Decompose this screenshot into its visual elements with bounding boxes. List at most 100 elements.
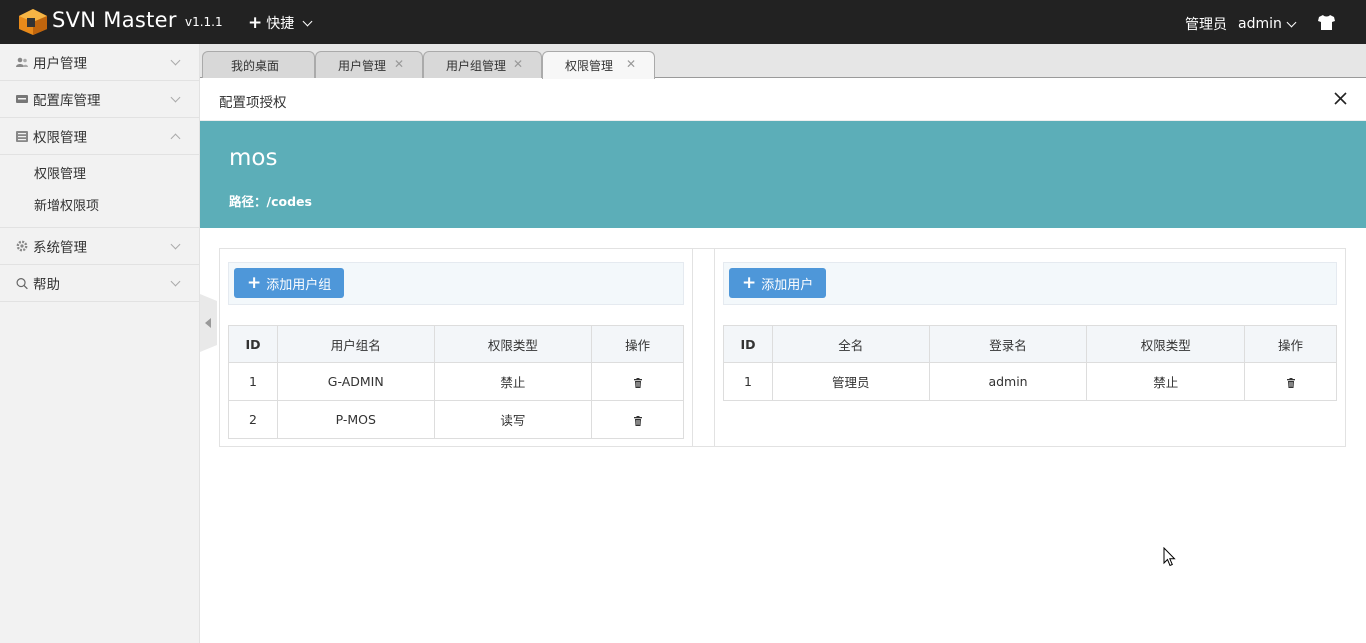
chevron-down-icon — [1286, 17, 1297, 27]
sidebar-item-repo-management[interactable]: 配置库管理 — [0, 81, 199, 118]
page-title: 配置项授权 — [219, 95, 287, 111]
database-icon — [16, 93, 28, 105]
sidebar-submenu: 权限管理 新增权限项 — [0, 155, 199, 228]
user-role: 管理员 — [1185, 17, 1227, 33]
sidebar-item-help[interactable]: 帮助 — [0, 265, 199, 302]
column-header: 权限类型 — [1086, 325, 1246, 363]
cell-group-name: G-ADMIN — [276, 362, 435, 401]
quick-menu[interactable]: + 快捷 — [248, 13, 313, 33]
users-toolbar: + 添加用户 — [723, 262, 1337, 305]
cell-permission: 读写 — [433, 400, 593, 439]
tab-close-icon[interactable]: ✕ — [513, 57, 523, 71]
close-icon[interactable] — [1333, 91, 1348, 106]
cell-permission: 禁止 — [433, 362, 593, 401]
sidebar: 用户管理 配置库管理 权限管理 权限管理 新增权限项 系统管理 帮助 — [0, 44, 200, 643]
cell-actions — [591, 362, 684, 401]
repo-name: mos — [229, 145, 278, 171]
sidebar-item-label: 配置库管理 — [33, 93, 101, 109]
sidebar-item-permission-management[interactable]: 权限管理 — [0, 118, 199, 155]
sidebar-collapse-toggle[interactable] — [200, 294, 217, 352]
chevron-down-icon — [170, 92, 181, 103]
repo-path: 路径：/codes — [229, 194, 312, 209]
theme-shirt-icon[interactable] — [1318, 15, 1335, 30]
quick-label: 快捷 — [266, 16, 295, 32]
groups-toolbar: + 添加用户组 — [228, 262, 684, 305]
sidebar-subitem-permissions[interactable]: 权限管理 — [0, 159, 199, 191]
user-menu[interactable]: 管理员 admin — [1185, 14, 1297, 34]
column-header: 全名 — [771, 325, 930, 363]
sidebar-item-label: 系统管理 — [33, 240, 87, 256]
trash-icon[interactable] — [633, 415, 643, 426]
sidebar-item-label: 用户管理 — [33, 56, 87, 72]
tab-label: 用户管理 — [338, 58, 387, 73]
chevron-down-icon — [302, 16, 313, 26]
table-header-row: ID 全名 登录名 权限类型 操作 — [723, 325, 1337, 363]
panel-divider — [692, 249, 715, 447]
users-table: ID 全名 登录名 权限类型 操作 1 管理员 admin 禁止 — [723, 325, 1337, 401]
content-header: 配置项授权 — [200, 79, 1366, 121]
tab-label: 权限管理 — [565, 59, 614, 73]
column-header: ID — [723, 325, 773, 363]
plus-icon: + — [247, 273, 262, 293]
tab-close-icon[interactable]: ✕ — [394, 57, 404, 71]
sidebar-item-label: 帮助 — [33, 277, 60, 293]
brand-name: SVN Master — [52, 8, 177, 32]
sidebar-item-system-management[interactable]: 系统管理 — [0, 228, 199, 265]
chevron-up-icon — [170, 133, 181, 144]
tab-label: 我的桌面 — [231, 58, 280, 73]
logo-icon — [19, 9, 47, 35]
cell-permission: 禁止 — [1086, 362, 1246, 401]
sidebar-subitem-add-permission[interactable]: 新增权限项 — [0, 191, 199, 223]
tab-label: 用户组管理 — [446, 58, 507, 73]
trash-icon[interactable] — [1286, 377, 1296, 388]
users-icon — [16, 56, 28, 68]
authorization-panels: + 添加用户组 ID 用户组名 权限类型 操作 1 G-ADMIN 禁止 2 P… — [219, 248, 1346, 447]
column-header: 权限类型 — [433, 325, 593, 363]
tab-group-management[interactable]: 用户组管理 ✕ — [423, 51, 542, 78]
tab-close-icon[interactable]: ✕ — [626, 57, 636, 71]
cell-actions — [591, 400, 684, 439]
tab-bar: 我的桌面 用户管理 ✕ 用户组管理 ✕ 权限管理 ✕ — [200, 44, 1366, 79]
plus-icon: + — [742, 273, 757, 293]
button-label: 添加用户 — [761, 277, 814, 293]
top-navbar: SVN Master v1.1.1 + 快捷 管理员 admin — [0, 0, 1366, 44]
add-user-button[interactable]: + 添加用户 — [729, 268, 827, 298]
cell-group-name: P-MOS — [276, 400, 435, 439]
table-row: 1 管理员 admin 禁止 — [723, 362, 1337, 401]
cell-id: 1 — [723, 362, 773, 401]
trash-icon[interactable] — [633, 377, 643, 388]
button-label: 添加用户组 — [266, 277, 332, 293]
table-row: 1 G-ADMIN 禁止 — [228, 362, 684, 401]
column-header: 用户组名 — [276, 325, 435, 363]
cell-id: 1 — [228, 362, 278, 401]
table-row: 2 P-MOS 读写 — [228, 400, 684, 439]
caret-left-icon — [204, 318, 211, 328]
mouse-cursor-icon — [1163, 547, 1176, 567]
add-group-button[interactable]: + 添加用户组 — [234, 268, 345, 298]
chevron-down-icon — [170, 55, 181, 66]
cell-fullname: 管理员 — [771, 362, 930, 401]
cell-login: admin — [928, 362, 1088, 401]
version-label: v1.1.1 — [185, 15, 223, 29]
chevron-down-icon — [170, 239, 181, 250]
search-icon — [16, 277, 28, 289]
cell-actions — [1244, 362, 1337, 401]
gear-icon — [16, 240, 28, 252]
chevron-down-icon — [170, 276, 181, 287]
column-header: ID — [228, 325, 278, 363]
column-header: 登录名 — [928, 325, 1088, 363]
list-icon — [16, 130, 28, 142]
tab-permission-management[interactable]: 权限管理 ✕ — [542, 51, 655, 79]
tab-user-management[interactable]: 用户管理 ✕ — [315, 51, 423, 78]
sidebar-item-user-management[interactable]: 用户管理 — [0, 44, 199, 81]
sidebar-item-label: 权限管理 — [33, 130, 87, 146]
column-header: 操作 — [591, 325, 684, 363]
repo-banner: mos 路径：/codes — [200, 121, 1366, 228]
tab-desktop[interactable]: 我的桌面 — [202, 51, 315, 78]
column-header: 操作 — [1244, 325, 1337, 363]
groups-table: ID 用户组名 权限类型 操作 1 G-ADMIN 禁止 2 P-MOS 读写 — [228, 325, 684, 439]
table-header-row: ID 用户组名 权限类型 操作 — [228, 325, 684, 363]
username: admin — [1238, 16, 1282, 32]
plus-icon: + — [248, 13, 263, 33]
cell-id: 2 — [228, 400, 278, 439]
